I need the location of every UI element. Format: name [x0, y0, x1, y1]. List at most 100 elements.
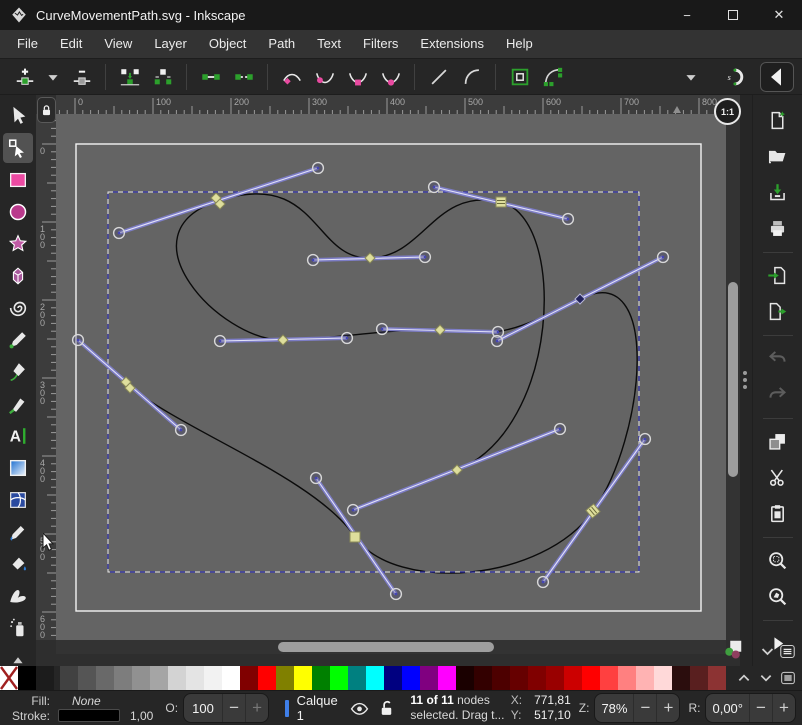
maximize-button[interactable] [710, 0, 756, 30]
duplicate-button[interactable] [761, 424, 795, 458]
stroke-width-value[interactable]: 1,00 [130, 709, 153, 723]
tool-tweak[interactable] [3, 581, 33, 611]
palette-swatch[interactable] [510, 666, 528, 690]
palette-swatch[interactable] [114, 666, 132, 690]
menu-item-extensions[interactable]: Extensions [409, 30, 495, 58]
insert-node-button[interactable] [8, 61, 41, 92]
menu-item-file[interactable]: File [6, 30, 49, 58]
palette-swatch[interactable] [240, 666, 258, 690]
current-layer-name[interactable]: Calque 1 [297, 693, 343, 723]
zoom-selection-button[interactable] [761, 543, 795, 577]
palette-swatch[interactable] [204, 666, 222, 690]
object-to-path-button[interactable] [503, 61, 536, 92]
tool-paint-bucket[interactable] [3, 549, 33, 579]
palette-swatch[interactable] [690, 666, 708, 690]
palette-swatch[interactable] [708, 666, 726, 690]
rotation-value[interactable]: 0,00° [706, 701, 749, 716]
tool-bezier-pen[interactable] [3, 357, 33, 387]
chevron-down-button[interactable] [757, 640, 778, 662]
palette-swatch[interactable] [60, 666, 78, 690]
palette-swatch[interactable] [78, 666, 96, 690]
palette-swatch[interactable] [492, 666, 510, 690]
palette-swatch[interactable] [258, 666, 276, 690]
curve-path[interactable] [128, 194, 637, 573]
break-nodes-button[interactable] [146, 61, 179, 92]
palette-swatch[interactable] [330, 666, 348, 690]
tool-gradient[interactable] [3, 453, 33, 483]
fill-stroke-indicator[interactable]: Fill: None Stroke: 1,00 [6, 694, 153, 723]
menu-item-help[interactable]: Help [495, 30, 544, 58]
rotation-decrease-button[interactable]: − [749, 694, 772, 722]
tool-box-3d[interactable] [3, 261, 33, 291]
path-node[interactable] [365, 253, 375, 263]
insert-node-menu-button[interactable] [41, 61, 65, 92]
export-button[interactable] [761, 294, 795, 328]
palette-swatch[interactable] [150, 666, 168, 690]
ruler-lock-button[interactable] [37, 97, 56, 123]
join-with-segment-button[interactable] [194, 61, 227, 92]
menu-item-text[interactable]: Text [306, 30, 352, 58]
minimize-button[interactable]: − [664, 0, 710, 30]
layer-lock-toggle[interactable] [377, 699, 396, 718]
auto-smooth-node-button[interactable] [374, 61, 407, 92]
corner-node-button[interactable] [275, 61, 308, 92]
opacity-increase-button[interactable]: + [245, 694, 268, 722]
tool-ellipse[interactable] [3, 197, 33, 227]
cut-button[interactable] [761, 460, 795, 494]
document-save-button[interactable] [761, 175, 795, 209]
palette-down-button[interactable] [756, 668, 776, 688]
palette-swatch[interactable] [276, 666, 294, 690]
palette-up-button[interactable] [734, 668, 754, 688]
palette-swatch-none[interactable] [0, 666, 18, 690]
palette-swatch[interactable] [438, 666, 456, 690]
palette-swatch[interactable] [168, 666, 186, 690]
palette-swatch[interactable] [600, 666, 618, 690]
tool-mesh-gradient[interactable] [3, 485, 33, 515]
palette-swatch[interactable] [582, 666, 600, 690]
zoom-increase-button[interactable]: + [656, 694, 679, 722]
zoom-decrease-button[interactable]: − [633, 694, 656, 722]
close-button[interactable]: ✕ [756, 0, 802, 30]
menu-item-path[interactable]: Path [257, 30, 306, 58]
node-handles-menu-button[interactable] [674, 61, 707, 92]
path-node[interactable] [278, 335, 288, 345]
palette-swatch[interactable] [402, 666, 420, 690]
opacity-decrease-button[interactable]: − [222, 694, 245, 722]
stroke-color-swatch[interactable] [58, 709, 120, 722]
folder-open-button[interactable] [761, 139, 795, 173]
palette-swatch[interactable] [528, 666, 546, 690]
palette-swatch[interactable] [132, 666, 150, 690]
palette-swatch[interactable] [474, 666, 492, 690]
opacity-value[interactable]: 100 [184, 701, 222, 716]
palette-swatch[interactable] [186, 666, 204, 690]
stroke-to-path-button[interactable] [536, 61, 569, 92]
zoom-value[interactable]: 78% [595, 701, 633, 716]
tool-calligraphy[interactable] [3, 389, 33, 419]
document-new-button[interactable] [761, 103, 795, 137]
palette-swatch[interactable] [654, 666, 672, 690]
horizontal-scrollbar[interactable] [56, 640, 726, 654]
palette-swatch[interactable] [564, 666, 582, 690]
palette-swatch[interactable] [18, 666, 36, 690]
palette-swatch[interactable] [222, 666, 240, 690]
horizontal-ruler[interactable]: 0100200300400500600700800 [56, 95, 740, 114]
redo-button[interactable] [761, 377, 795, 411]
printer-button[interactable] [761, 211, 795, 245]
tool-spiral[interactable] [3, 293, 33, 323]
panel-drag-handle-icon[interactable] [743, 371, 747, 389]
commands-menu-button[interactable] [778, 640, 799, 662]
symmetric-node-button[interactable] [341, 61, 374, 92]
horizontal-scrollbar-thumb[interactable] [278, 642, 494, 652]
import-button[interactable] [761, 258, 795, 292]
drawing-canvas[interactable] [56, 114, 726, 640]
palette-swatch[interactable] [294, 666, 312, 690]
smooth-node-button[interactable] [308, 61, 341, 92]
make-curve-button[interactable] [455, 61, 488, 92]
delete-segment-button[interactable] [227, 61, 260, 92]
tool-dropper[interactable] [3, 517, 33, 547]
tool-node-editor[interactable] [3, 133, 33, 163]
palette-swatch[interactable] [348, 666, 366, 690]
tool-rectangle[interactable] [3, 165, 33, 195]
join-nodes-button[interactable] [113, 61, 146, 92]
rotation-increase-button[interactable]: + [772, 694, 795, 722]
